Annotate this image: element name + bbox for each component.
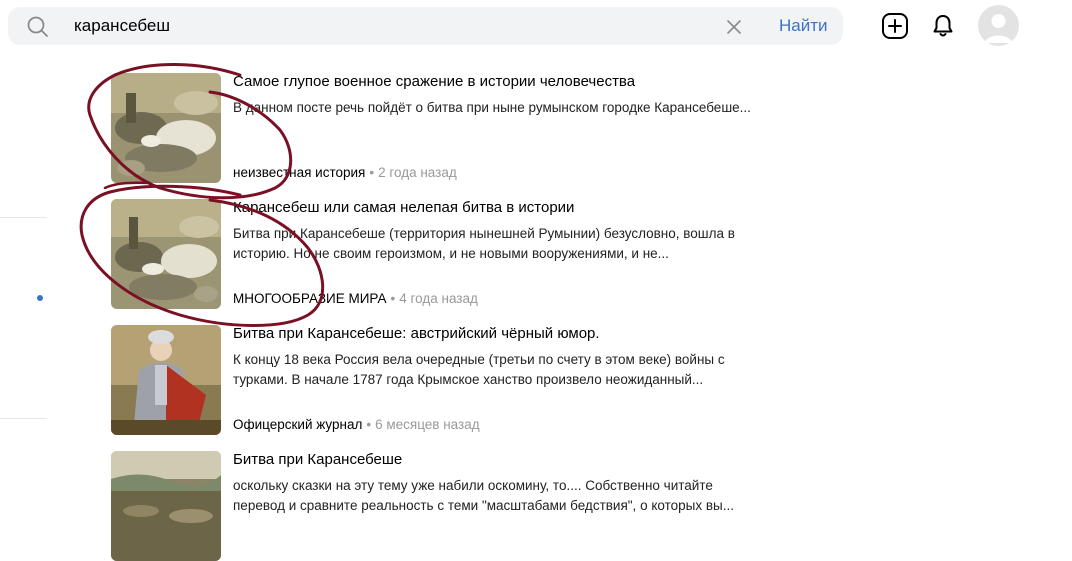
avatar-placeholder-icon <box>985 14 1012 43</box>
add-icon[interactable] <box>881 12 909 40</box>
result-thumbnail[interactable] <box>111 199 221 309</box>
result-thumbnail[interactable] <box>111 451 221 561</box>
close-icon[interactable] <box>724 17 744 37</box>
search-icon <box>27 16 48 37</box>
result-meta: МНОГООБРАЗИЕ МИРА • 4 года назад <box>233 291 478 306</box>
result-thumbnail[interactable] <box>111 73 221 183</box>
meta-separator: • <box>369 165 375 180</box>
meta-separator: • <box>366 417 372 432</box>
active-indicator-dot <box>37 295 43 301</box>
result-time: 4 года назад <box>399 291 478 306</box>
left-divider <box>0 418 47 419</box>
result-source[interactable]: неизвестная история <box>233 165 365 180</box>
avatar[interactable] <box>978 5 1019 46</box>
result-source[interactable]: МНОГООБРАЗИЕ МИРА <box>233 291 387 306</box>
result-meta: неизвестная история • 2 года назад <box>233 165 457 180</box>
result-time: 6 месяцев назад <box>375 417 480 432</box>
result-item: Битва при Карансебеше оскольку сказки на… <box>111 451 791 561</box>
result-item: Битва при Карансебеше: австрийский чёрны… <box>111 325 791 435</box>
result-item: Самое глупое военное сражение в истории … <box>111 73 791 183</box>
result-item: Карансебеш или самая нелепая битва в ист… <box>111 199 791 309</box>
find-button[interactable]: Найти <box>773 16 834 36</box>
result-title[interactable]: Карансебеш или самая нелепая битва в ист… <box>233 199 574 217</box>
result-snippet: К концу 18 века Россия вела очередные (т… <box>233 352 725 387</box>
result-title[interactable]: Битва при Карансебеше: австрийский чёрны… <box>233 325 600 343</box>
result-snippet: В данном посте речь пойдёт о битва при н… <box>233 100 751 115</box>
meta-separator: • <box>390 291 396 306</box>
result-time: 2 года назад <box>378 165 457 180</box>
result-thumbnail[interactable] <box>111 325 221 435</box>
result-title[interactable]: Битва при Карансебеше <box>233 451 402 469</box>
result-snippet: Битва при Карансебеше (территория нынешн… <box>233 226 735 261</box>
search-bar: Найти <box>8 7 843 45</box>
result-title[interactable]: Самое глупое военное сражение в истории … <box>233 73 635 91</box>
bell-icon[interactable] <box>931 13 955 39</box>
left-divider <box>0 217 47 218</box>
search-input[interactable] <box>74 15 674 37</box>
result-source[interactable]: Офицерский журнал <box>233 417 362 432</box>
result-meta: Офицерский журнал • 6 месяцев назад <box>233 417 480 432</box>
result-snippet: оскольку сказки на эту тему уже набили о… <box>233 478 734 513</box>
